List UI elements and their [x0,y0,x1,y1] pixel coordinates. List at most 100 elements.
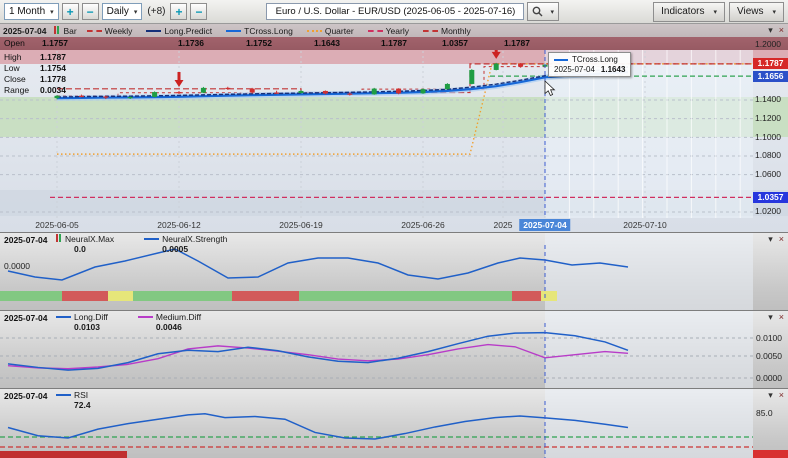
date-axis-tick: 2025 [494,220,513,230]
signal-strip-segment [232,291,299,301]
date-axis-tick: 2025-06-19 [279,220,322,230]
signal-strip-segment [0,291,62,301]
price-axis-tick: 1.1000 [755,132,781,142]
collapse-panel-icon[interactable]: ▾ [768,234,773,245]
legend-item-tcross-long[interactable]: TCross.Long [226,26,293,36]
chevron-down-icon: ▾ [550,8,554,16]
indicators-button[interactable]: Indicators ▾ [653,2,725,22]
legend-label: RSI [74,390,88,400]
price-chart-panel: 2025-07-04 Bar Weekly Long.Predict TCross.… [0,24,788,232]
neuralx-panel: 2025-07-04 NeuralX.Max0.0NeuralX.Strengt… [0,232,788,310]
legend-label: Bar [63,26,76,36]
price-axis-badge: 1.1787 [753,58,788,69]
search-icon [532,6,543,17]
views-button[interactable]: Views ▾ [729,2,784,22]
panel-cursor-date: 2025-07-04 [4,391,47,401]
legend-item-quarter[interactable]: Quarter [307,26,354,36]
signal-strip-segment [133,291,232,301]
ohlc-row: Range0.0034 [4,84,66,95]
period-select[interactable]: Daily ▾ [102,3,143,20]
quarter-line [57,64,753,154]
legend-label: NeuralX.Max [65,234,114,244]
range-select[interactable]: 1 Month ▾ [4,3,59,20]
chart-tooltip: TCross.Long 2025-07-04 1.1643 [548,52,631,77]
series-swatch-icon [146,30,161,32]
date-axis-tick: 2025-06-26 [401,220,444,230]
bar-offset-label: (+8) [147,6,165,17]
signal-strip-segment [512,291,541,301]
panel-legend-item-medium-diff[interactable]: Medium.Diff0.0046 [138,312,201,332]
signal-strip-segment [62,291,108,301]
panel-axis-tick: 0.0000 [756,373,782,383]
indicator-value: 1.0357 [442,38,468,48]
legend-item-monthly[interactable]: Monthly [423,26,471,36]
candle-body [469,70,474,84]
legend-label: Weekly [105,26,133,36]
panel-axis-tick: 0.0100 [756,333,782,343]
trading-app: 1 Month ▾ + − Daily ▾ (+8) + − Euro / U.… [0,0,788,458]
close-panel-icon[interactable]: × [779,312,784,323]
candle-body [494,64,499,70]
date-axis[interactable]: 2025-06-052025-06-122025-06-192025-06-26… [0,218,753,232]
candle-body [201,88,206,93]
panel-axis-tick: 0.0050 [756,351,782,361]
collapse-panel-icon[interactable]: ▾ [768,312,773,323]
ohlc-row: Close1.1778 [4,73,66,84]
indicator-value: 1.1787 [504,38,530,48]
rsi-chart[interactable] [0,389,753,458]
price-axis-badge: 1.1656 [753,71,788,82]
signal-strip-segment [541,291,557,301]
symbol-title-text: Euro / U.S. Dollar - EUR/USD (2025-06-05… [276,6,516,17]
candle-body [396,89,401,94]
series-swatch-icon [226,30,241,32]
collapse-panel-icon[interactable]: ▾ [768,390,773,401]
collapse-panel-icon[interactable]: ▾ [768,25,773,36]
range-increase-button[interactable]: + [62,3,79,20]
offset-increase-button[interactable]: + [170,3,187,20]
series-swatch-icon [554,59,568,61]
panel-legend-item-long-diff[interactable]: Long.Diff0.0103 [56,312,108,332]
candle-body [445,84,450,89]
series-swatch-icon [423,30,438,32]
panel-controls: ▾ × [768,312,784,323]
open-label: Open [4,38,25,48]
indicator-value: 0.0 [74,244,86,254]
price-axis[interactable]: 1.20001.17871.16561.14001.12001.10001.08… [753,24,788,232]
panel-legend-item-neuralx-strength[interactable]: NeuralX.Strength0.0005 [144,234,227,254]
legend-label: NeuralX.Strength [162,234,227,244]
search-button[interactable]: ▾ [527,2,559,21]
panel-legend-item-neuralx-max[interactable]: NeuralX.Max0.0 [56,234,114,254]
chart-legend-row: 2025-07-04 Bar Weekly Long.Predict TCross.… [0,24,788,37]
chevron-down-icon: ▾ [134,8,138,16]
mouse-cursor [545,81,554,96]
series-swatch-icon [56,394,71,396]
candle-body [299,91,304,93]
range-decrease-button[interactable]: − [82,3,99,20]
close-panel-icon[interactable]: × [779,234,784,245]
date-axis-tick: 2025-06-12 [157,220,200,230]
legend-item-yearly[interactable]: Yearly [368,26,409,36]
panel-controls: ▾ × [768,234,784,245]
cursor-date: 2025-07-04 [3,26,46,36]
candle-body [225,88,230,89]
indicator-value: 72.4 [74,400,91,410]
price-chart[interactable] [0,24,753,218]
candle-body [372,89,377,95]
candle-body [347,94,352,95]
offset-decrease-button[interactable]: − [190,3,207,20]
legend-label: Monthly [441,26,471,36]
series-swatch-icon [307,30,322,32]
close-panel-icon[interactable]: × [779,25,784,36]
legend-item-weekly[interactable]: Weekly [87,26,133,36]
price-axis-tick: 1.2000 [755,39,781,49]
legend-item-bar[interactable]: Bar [54,26,76,36]
symbol-title[interactable]: Euro / U.S. Dollar - EUR/USD (2025-06-05… [266,3,524,20]
left-axis-label: 0.0000 [4,261,30,271]
legend-item-long-predict[interactable]: Long.Predict [146,26,212,36]
series-swatch-icon [144,238,159,240]
close-panel-icon[interactable]: × [779,390,784,401]
date-axis-tick: 2025-07-10 [623,220,666,230]
ohlc-row: High1.1787 [4,51,66,62]
panel-legend-item-rsi[interactable]: RSI72.4 [56,390,91,410]
panel-legend: RSI72.4 [56,390,91,410]
